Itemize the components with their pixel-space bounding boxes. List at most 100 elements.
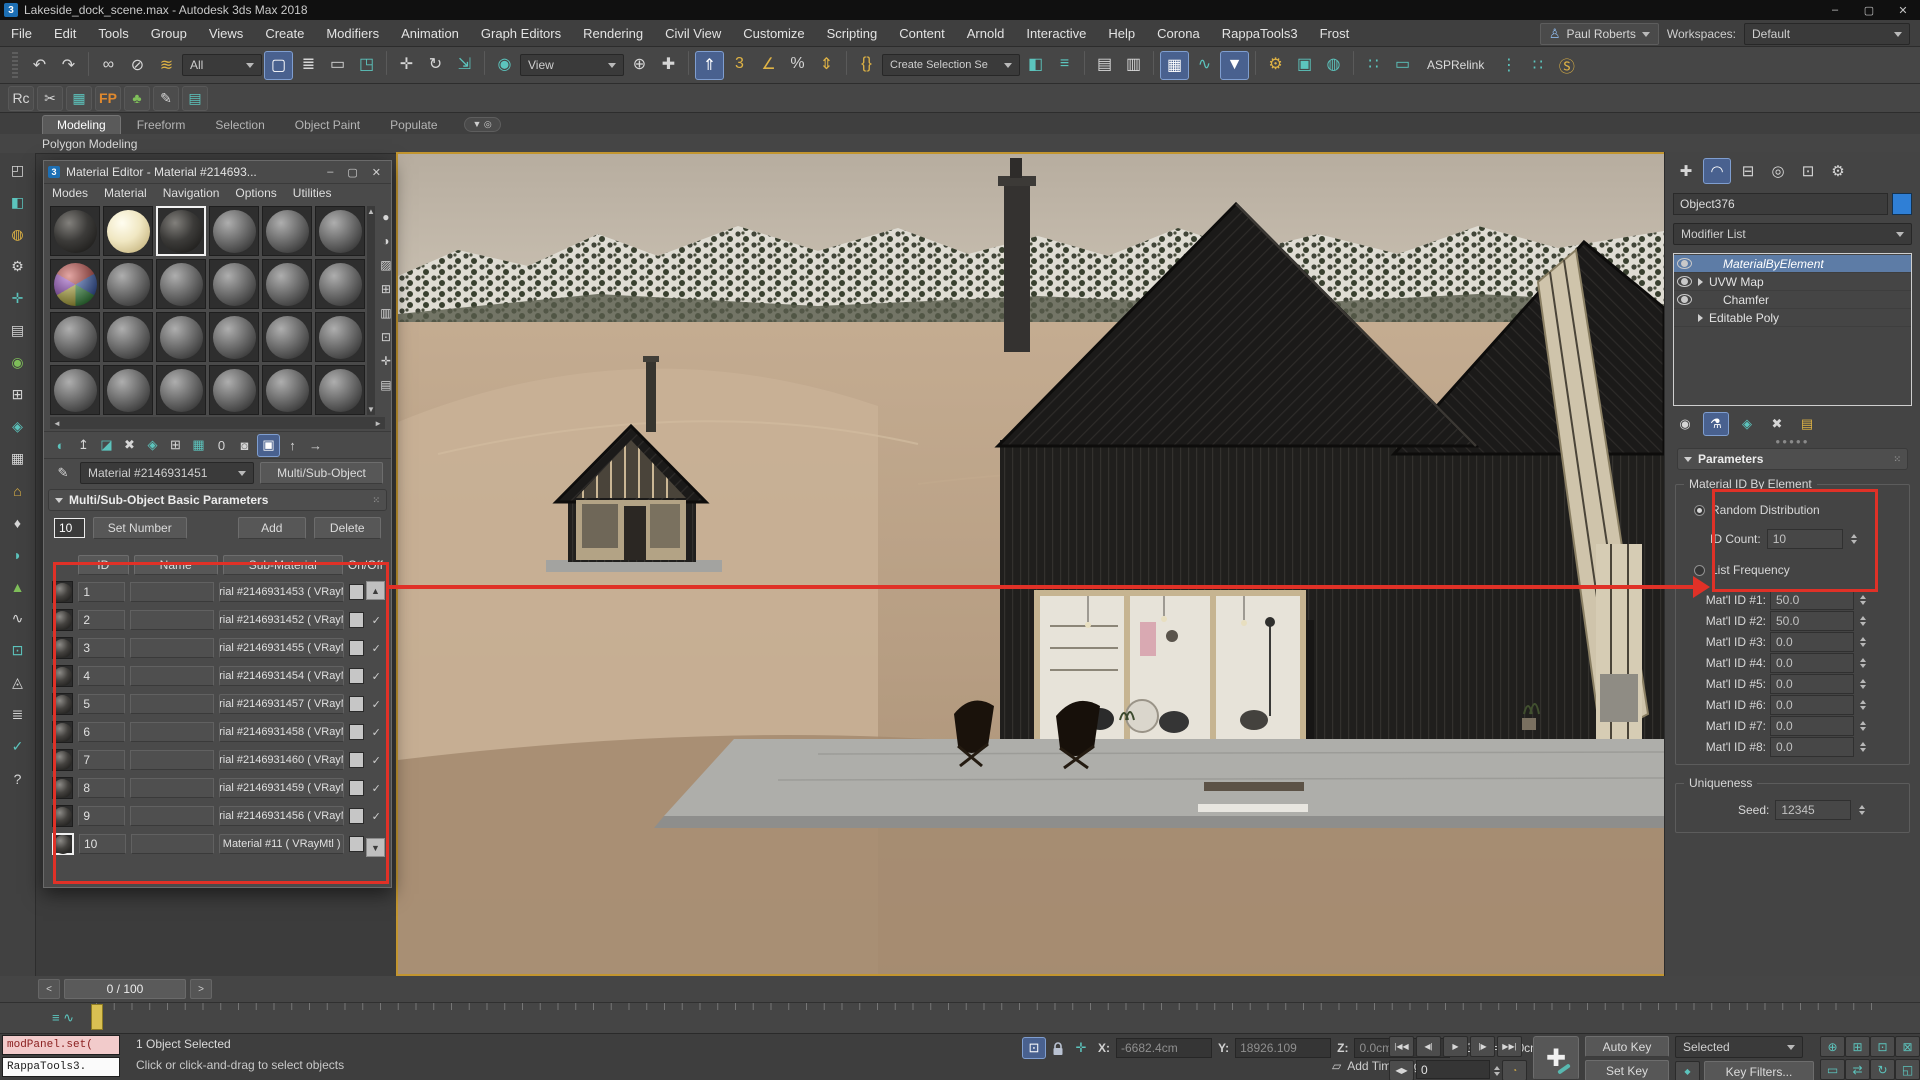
sub-material-button[interactable]: erial #2146931452 ( VRayM xyxy=(219,610,344,630)
angle-snap-icon[interactable]: ∠ xyxy=(755,51,782,78)
close-button[interactable]: ✕ xyxy=(372,166,381,179)
material-thumbnail[interactable] xyxy=(52,777,73,799)
frame-range-display[interactable]: 0 / 100 xyxy=(64,979,186,999)
left-toolbar-icon[interactable]: ◬ xyxy=(6,671,29,694)
get-material-icon[interactable]: ◐ xyxy=(50,435,71,456)
minimize-button[interactable]: – xyxy=(1818,0,1852,20)
menu-item[interactable]: RappaTools3 xyxy=(1211,26,1309,41)
material-type-button[interactable]: Multi/Sub-Object xyxy=(260,462,383,484)
ribbon-tab[interactable]: Modeling xyxy=(42,115,121,134)
name-column-header[interactable]: Name xyxy=(134,555,218,575)
material-id-field[interactable]: 3 xyxy=(78,638,125,658)
menu-item[interactable]: Material xyxy=(104,186,147,200)
material-id-field[interactable]: 2 xyxy=(78,610,125,630)
grid-annotate-icon[interactable]: ∷ xyxy=(1360,51,1387,78)
material-color-swatch[interactable] xyxy=(349,612,365,628)
schematic-view-icon[interactable]: ▼ xyxy=(1220,51,1249,80)
sample-tiling-icon[interactable]: ⊞ xyxy=(377,280,395,298)
left-toolbar-icon[interactable]: ◰ xyxy=(6,159,29,182)
left-toolbar-icon[interactable]: ▲ xyxy=(6,575,29,598)
material-sample-slot[interactable] xyxy=(262,206,312,256)
maximize-viewport-icon[interactable]: ◱ xyxy=(1895,1059,1920,1080)
material-sample-slot[interactable] xyxy=(50,312,100,362)
spinner-control[interactable] xyxy=(1860,637,1866,647)
material-sample-slot[interactable] xyxy=(209,312,259,362)
material-sample-slot[interactable] xyxy=(209,259,259,309)
material-name-field[interactable] xyxy=(130,750,214,770)
reference-coordsys-dropdown[interactable]: View xyxy=(520,54,624,76)
material-sample-slot[interactable] xyxy=(156,259,206,309)
material-thumbnail[interactable] xyxy=(52,833,74,855)
key-filters-button[interactable]: Key Filters... xyxy=(1704,1061,1814,1080)
scroll-down-icon[interactable]: ▼ xyxy=(367,405,375,414)
material-thumbnail[interactable] xyxy=(52,637,73,659)
left-toolbar-icon[interactable]: ◍ xyxy=(6,223,29,246)
matl-id-field[interactable]: 0.0 xyxy=(1770,695,1854,715)
menu-item[interactable]: Civil View xyxy=(654,26,732,41)
onoff-checkbox[interactable]: ✓ xyxy=(369,781,383,795)
go-forward-sibling-icon[interactable]: → xyxy=(305,435,326,456)
toolbar-grip[interactable] xyxy=(12,52,18,78)
menu-item[interactable]: Navigation xyxy=(163,186,220,200)
snaps-3d-icon[interactable]: 3 xyxy=(726,51,753,78)
material-map-navigator-icon[interactable]: ▤ xyxy=(377,376,395,394)
measure-icon[interactable]: ▭ xyxy=(1389,51,1416,78)
pan-icon[interactable]: ⇄ xyxy=(1845,1059,1870,1080)
material-color-swatch[interactable] xyxy=(349,780,365,796)
y-coordinate-field[interactable]: 18926.109 xyxy=(1235,1038,1331,1058)
material-color-swatch[interactable] xyxy=(349,584,365,600)
undo-icon[interactable]: ↶ xyxy=(26,52,53,79)
selection-lock-icon[interactable] xyxy=(1052,1041,1064,1056)
play-button[interactable]: ▶ xyxy=(1443,1036,1468,1057)
material-sample-slot[interactable] xyxy=(156,365,206,415)
go-to-start-button[interactable]: |◀◀ xyxy=(1389,1036,1414,1057)
scene-dock-platform[interactable] xyxy=(654,739,1664,828)
toolbar-icon[interactable] xyxy=(688,51,689,75)
material-id-field[interactable]: 7 xyxy=(78,750,125,770)
scroll-left-icon[interactable]: ◄ xyxy=(53,419,61,428)
modifier-stack-row[interactable]: UVW Map xyxy=(1674,273,1911,291)
material-name-field[interactable] xyxy=(130,638,214,658)
set-number-button[interactable]: Set Number xyxy=(93,517,187,539)
matl-id-field[interactable]: 50.0 xyxy=(1770,590,1854,610)
x-coordinate-field[interactable]: -6682.4cm xyxy=(1116,1038,1212,1058)
close-button[interactable]: ✕ xyxy=(1886,0,1920,20)
select-object-icon[interactable]: ▢ xyxy=(264,51,293,80)
zoom-all-icon[interactable]: ⊞ xyxy=(1845,1036,1870,1057)
material-sample-slot[interactable] xyxy=(103,312,153,362)
mirror-icon[interactable]: ◧ xyxy=(1022,51,1049,78)
material-name-field[interactable] xyxy=(130,666,214,686)
material-thumbnail[interactable] xyxy=(52,665,73,687)
menu-item[interactable]: Modes xyxy=(52,186,88,200)
menu-item[interactable]: Customize xyxy=(732,26,815,41)
random-distribution-radio[interactable] xyxy=(1694,505,1705,516)
toolbar-icon[interactable] xyxy=(484,51,485,75)
material-name-field[interactable] xyxy=(130,722,214,742)
material-sample-slot[interactable] xyxy=(50,206,100,256)
toolbar-icon[interactable] xyxy=(88,52,89,76)
menu-item[interactable]: Interactive xyxy=(1015,26,1097,41)
id-column-header[interactable]: ID xyxy=(78,555,129,575)
material-sample-slot[interactable] xyxy=(156,206,206,256)
xacto-icon[interactable]: ✂ xyxy=(37,86,63,111)
maxscript-mini-listener[interactable]: modPanel.set( RappaTools3. xyxy=(2,1035,120,1077)
left-toolbar-icon[interactable]: ◧ xyxy=(6,191,29,214)
onoff-checkbox[interactable]: ✓ xyxy=(369,753,383,767)
material-id-channel-icon[interactable]: 0 xyxy=(211,435,232,456)
spinner-control[interactable] xyxy=(1494,1060,1500,1080)
curve-editor-icon[interactable]: ∿ xyxy=(1191,51,1218,78)
visibility-eye-icon[interactable] xyxy=(1677,258,1692,269)
select-and-move-icon[interactable]: ✛ xyxy=(393,51,420,78)
select-by-name-icon[interactable]: ≣ xyxy=(295,51,322,78)
material-sample-slot[interactable] xyxy=(209,365,259,415)
selection-filter-dropdown[interactable]: All xyxy=(182,54,262,76)
go-to-parent-icon[interactable]: ↑ xyxy=(282,435,303,456)
material-id-field[interactable]: 6 xyxy=(78,722,125,742)
onoff-checkbox[interactable]: ✓ xyxy=(369,725,383,739)
ribbon-panel-header[interactable]: Polygon Modeling xyxy=(0,134,1920,154)
previous-frame-button[interactable]: < xyxy=(38,979,60,999)
menu-item[interactable]: Content xyxy=(888,26,956,41)
id-count-field[interactable]: 10 xyxy=(1767,529,1843,549)
put-to-scene-icon[interactable]: ↥ xyxy=(73,435,94,456)
maximize-button[interactable]: ▢ xyxy=(347,166,357,179)
